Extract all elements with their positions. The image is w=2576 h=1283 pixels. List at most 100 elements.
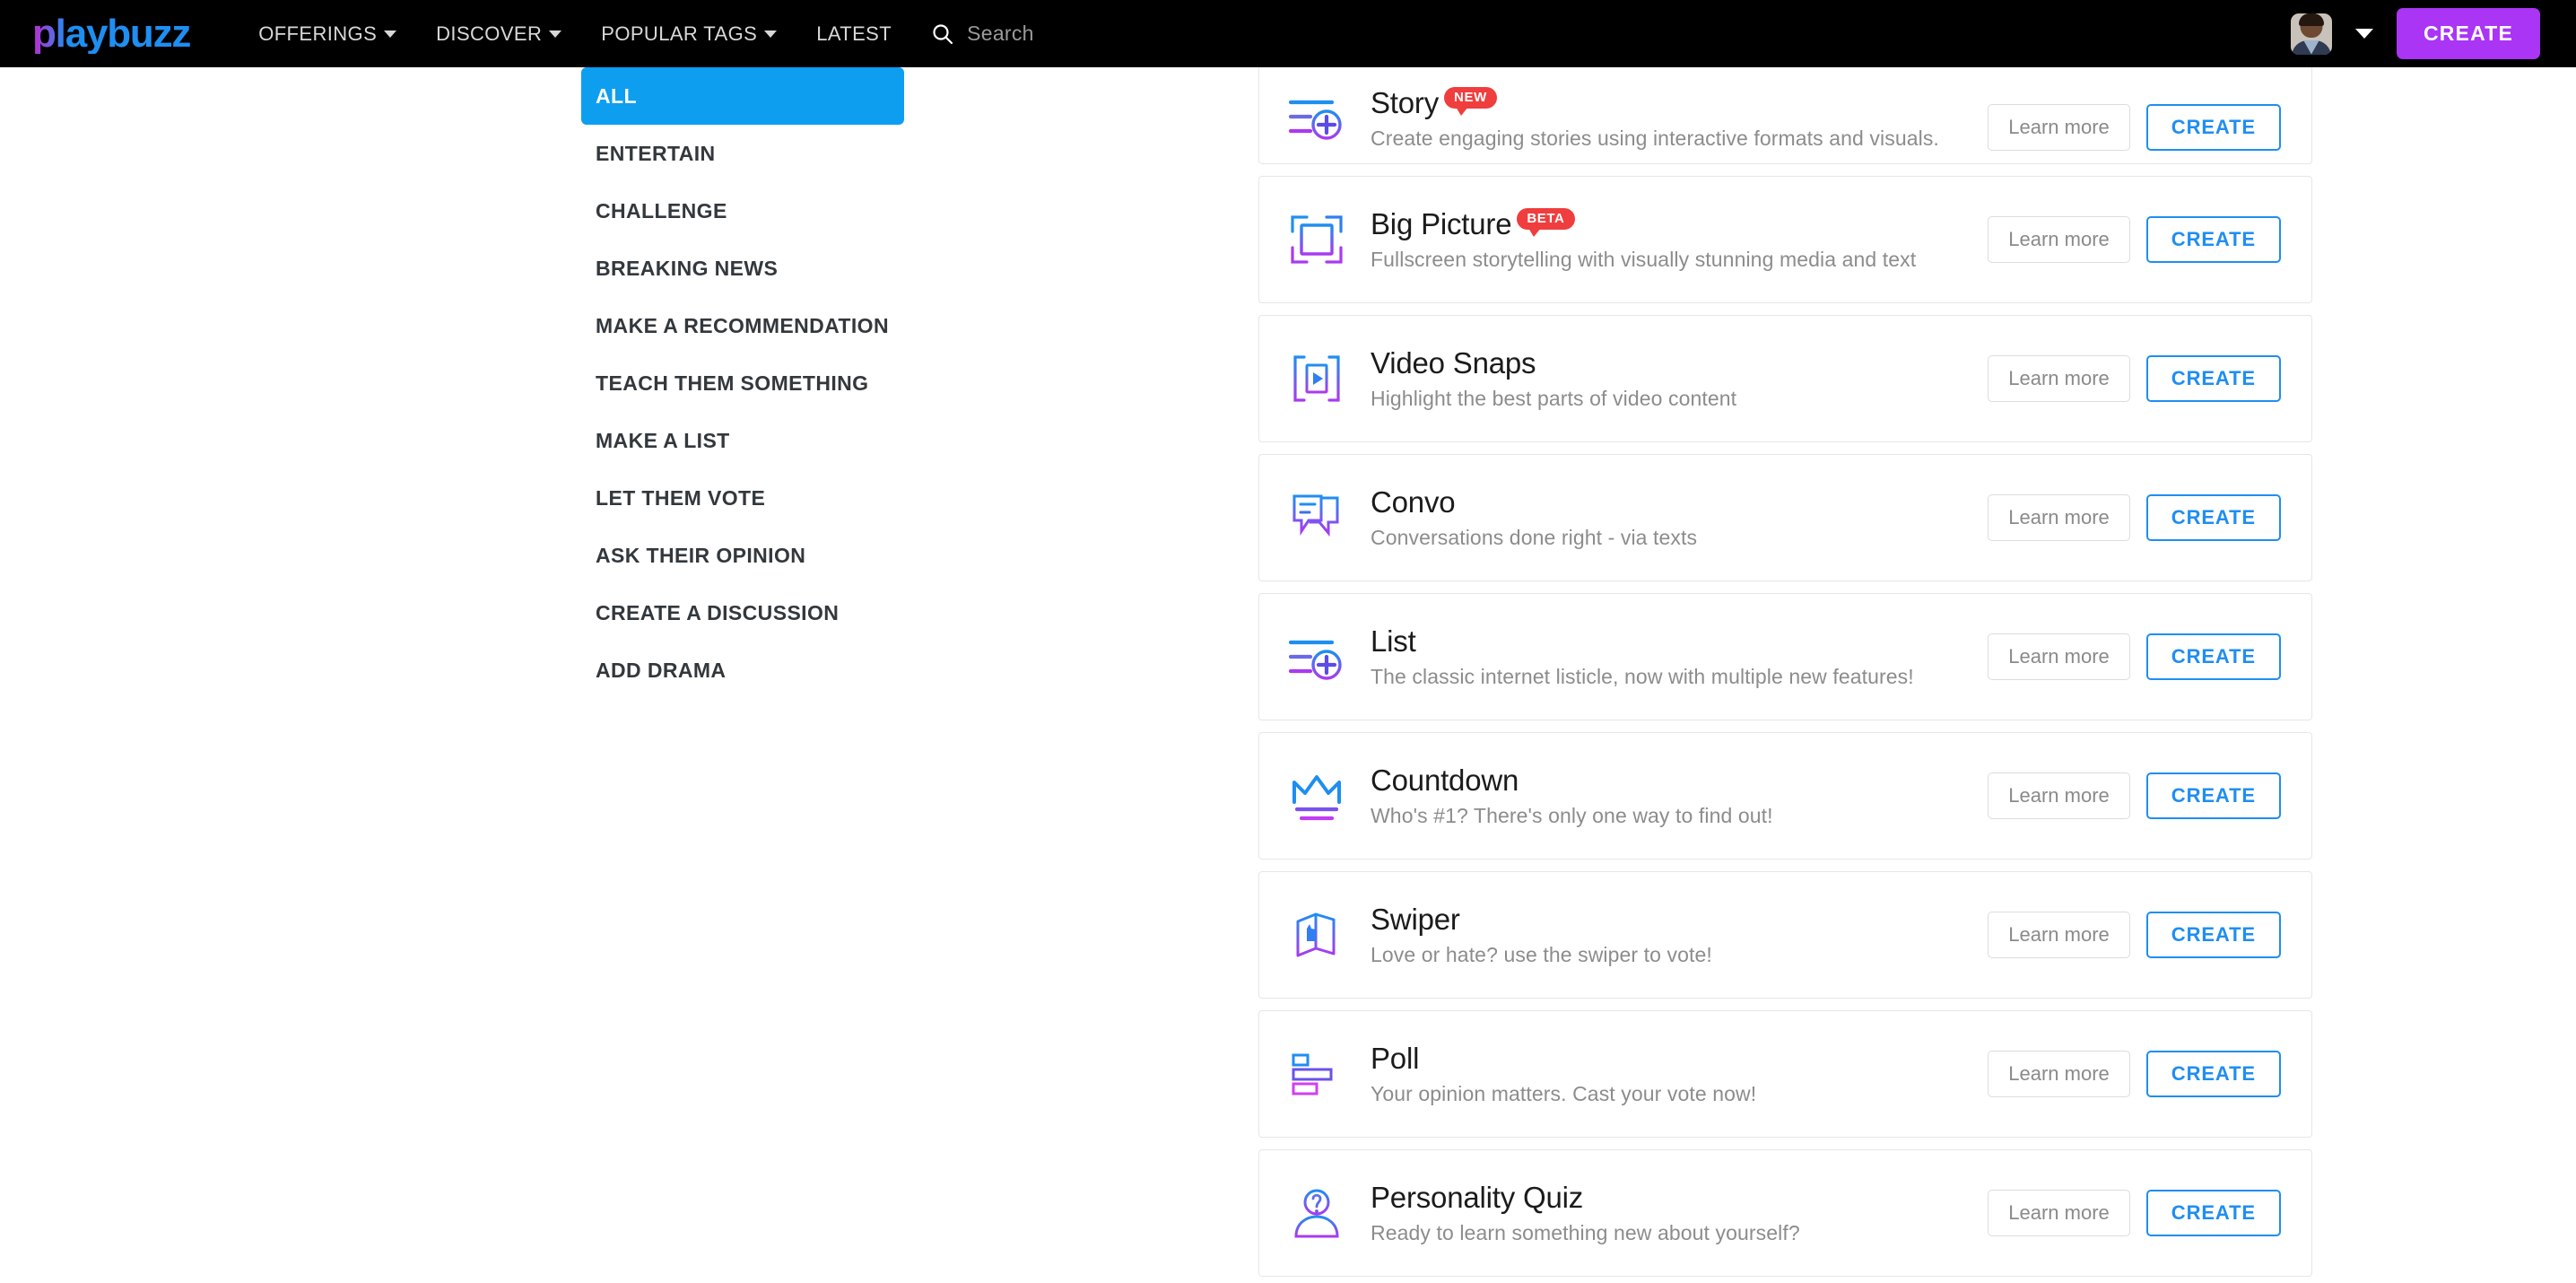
create-format-button[interactable]: CREATE	[2145, 355, 2281, 402]
card-description: Highlight the best parts of video conten…	[1371, 386, 1737, 410]
nav-item-discover-label: DISCOVER	[436, 22, 543, 45]
card-title-row: Personality Quiz	[1371, 1181, 1988, 1215]
learn-more-button[interactable]: Learn more	[1988, 216, 2130, 263]
create-format-button[interactable]: CREATE	[2145, 104, 2281, 151]
card-description: Ready to learn something new about yours…	[1371, 1220, 1800, 1244]
chat-bubbles-icon	[1283, 484, 1351, 552]
card-actions: Learn more CREATE	[1988, 912, 2281, 958]
card-actions: Learn more CREATE	[1988, 633, 2281, 680]
nav-item-offerings[interactable]: OFFERINGS	[239, 22, 416, 46]
sidebar-item-make-a-list-label: MAKE A LIST	[596, 428, 730, 452]
crown-icon	[1283, 762, 1351, 830]
search-input[interactable]: Search	[931, 22, 1034, 46]
card-title-row: Video Snaps	[1371, 346, 1988, 380]
format-card-countdown[interactable]: Countdown Who's #1? There's only one way…	[1258, 732, 2312, 860]
format-card-story[interactable]: Story NEW Create engaging stories using …	[1258, 67, 2312, 164]
nav-item-latest-label: LATEST	[816, 22, 892, 45]
card-title-row: Big Picture BETA	[1371, 207, 1988, 241]
sidebar-item-create-a-discussion-label: CREATE A DISCUSSION	[596, 600, 840, 624]
format-card-poll[interactable]: Poll Your opinion matters. Cast your vot…	[1258, 1010, 2312, 1138]
card-title-row: List	[1371, 624, 1988, 659]
format-card-big-picture[interactable]: Big Picture BETA Fullscreen storytelling…	[1258, 176, 2312, 303]
create-format-button[interactable]: CREATE	[2145, 912, 2281, 958]
card-actions: Learn more CREATE	[1988, 104, 2281, 151]
sidebar-item-let-them-vote[interactable]: LET THEM VOTE	[581, 469, 904, 527]
learn-more-button[interactable]: Learn more	[1988, 494, 2130, 541]
nav-item-popular-tags-label: POPULAR TAGS	[601, 22, 758, 45]
sidebar-item-breaking-news[interactable]: BREAKING NEWS	[581, 240, 904, 297]
sidebar-item-all-label: ALL	[596, 83, 637, 108]
card-actions: Learn more CREATE	[1988, 772, 2281, 819]
create-format-button[interactable]: CREATE	[2145, 1190, 2281, 1236]
card-text: Convo Conversations done right - via tex…	[1371, 485, 1988, 550]
sidebar-item-make-a-list[interactable]: MAKE A LIST	[581, 412, 904, 469]
card-description: The classic internet listicle, now with …	[1371, 664, 1914, 688]
video-play-brackets-icon	[1283, 345, 1351, 413]
sidebar-item-entertain[interactable]: ENTERTAIN	[581, 125, 904, 182]
learn-more-button[interactable]: Learn more	[1988, 1190, 2130, 1236]
search-icon	[931, 22, 954, 46]
avatar[interactable]	[2290, 13, 2332, 55]
card-title: Video Snaps	[1371, 346, 1536, 380]
sidebar-item-create-a-discussion[interactable]: CREATE A DISCUSSION	[581, 584, 904, 642]
nav-item-latest[interactable]: LATEST	[796, 22, 911, 46]
card-description: Who's #1? There's only one way to find o…	[1371, 803, 1773, 827]
nav-item-discover[interactable]: DISCOVER	[416, 22, 581, 46]
avatar-hair	[2298, 13, 2324, 26]
chevron-down-icon	[549, 30, 562, 38]
create-format-button[interactable]: CREATE	[2145, 216, 2281, 263]
playbuzz-logo[interactable]: playbuzz	[32, 13, 191, 54]
card-title: List	[1371, 624, 1416, 659]
top-navbar: playbuzz OFFERINGS DISCOVER POPULAR TAGS…	[0, 0, 2576, 67]
sidebar-item-breaking-news-label: BREAKING NEWS	[596, 256, 779, 280]
learn-more-button[interactable]: Learn more	[1988, 772, 2130, 819]
list-plus-icon	[1283, 623, 1351, 691]
learn-more-button[interactable]: Learn more	[1988, 633, 2130, 680]
create-format-button[interactable]: CREATE	[2145, 772, 2281, 819]
sidebar-item-let-them-vote-label: LET THEM VOTE	[596, 485, 766, 510]
format-card-video-snaps[interactable]: Video Snaps Highlight the best parts of …	[1258, 315, 2312, 442]
card-text: Poll Your opinion matters. Cast your vot…	[1371, 1042, 1988, 1106]
page-body: ALL ENTERTAIN CHALLENGE BREAKING NEWS MA…	[0, 67, 2576, 1283]
sidebar-item-challenge-label: CHALLENGE	[596, 198, 727, 223]
create-button[interactable]: CREATE	[2396, 8, 2540, 59]
account-chevron-down-icon[interactable]	[2354, 29, 2373, 39]
card-description: Conversations done right - via texts	[1371, 525, 1698, 549]
create-format-button[interactable]: CREATE	[2145, 1051, 2281, 1097]
nav-item-popular-tags[interactable]: POPULAR TAGS	[581, 22, 796, 46]
card-title: Big Picture	[1371, 207, 1512, 241]
card-text: Personality Quiz Ready to learn somethin…	[1371, 1181, 1988, 1245]
sidebar-item-add-drama[interactable]: ADD DRAMA	[581, 642, 904, 699]
list-plus-icon	[1283, 83, 1351, 151]
sidebar-item-ask-their-opinion[interactable]: ASK THEIR OPINION	[581, 527, 904, 584]
chevron-down-icon	[764, 30, 778, 38]
nav-links: OFFERINGS DISCOVER POPULAR TAGS LATEST S…	[239, 22, 1034, 46]
card-title-row: Convo	[1371, 485, 1988, 519]
card-title-row: Story NEW	[1371, 86, 1988, 120]
status-badge: BETA	[1517, 208, 1575, 238]
navbar-right-group: CREATE	[2290, 8, 2540, 59]
learn-more-button[interactable]: Learn more	[1988, 355, 2130, 402]
status-badge: NEW	[1444, 87, 1497, 117]
create-format-button[interactable]: CREATE	[2145, 494, 2281, 541]
create-format-button[interactable]: CREATE	[2145, 633, 2281, 680]
sidebar-item-ask-their-opinion-label: ASK THEIR OPINION	[596, 543, 806, 567]
sidebar-item-make-a-recommendation[interactable]: MAKE A RECOMMENDATION	[581, 297, 904, 354]
card-description: Fullscreen storytelling with visually st…	[1371, 247, 1917, 271]
format-card-personality-quiz[interactable]: Personality Quiz Ready to learn somethin…	[1258, 1149, 2312, 1277]
learn-more-button[interactable]: Learn more	[1988, 1051, 2130, 1097]
sidebar-item-all[interactable]: ALL	[581, 67, 904, 125]
card-actions: Learn more CREATE	[1988, 355, 2281, 402]
chevron-down-icon	[384, 30, 397, 38]
format-card-convo[interactable]: Convo Conversations done right - via tex…	[1258, 454, 2312, 581]
sidebar-item-challenge[interactable]: CHALLENGE	[581, 182, 904, 240]
sidebar-item-teach-them-something[interactable]: TEACH THEM SOMETHING	[581, 354, 904, 412]
learn-more-button[interactable]: Learn more	[1988, 104, 2130, 151]
card-title-row: Countdown	[1371, 764, 1988, 798]
format-card-swiper[interactable]: Swiper Love or hate? use the swiper to v…	[1258, 871, 2312, 999]
format-card-list-format[interactable]: List The classic internet listicle, now …	[1258, 593, 2312, 720]
card-title: Countdown	[1371, 764, 1519, 798]
sidebar-item-entertain-label: ENTERTAIN	[596, 141, 716, 165]
card-text: List The classic internet listicle, now …	[1371, 624, 1988, 689]
learn-more-button[interactable]: Learn more	[1988, 912, 2130, 958]
